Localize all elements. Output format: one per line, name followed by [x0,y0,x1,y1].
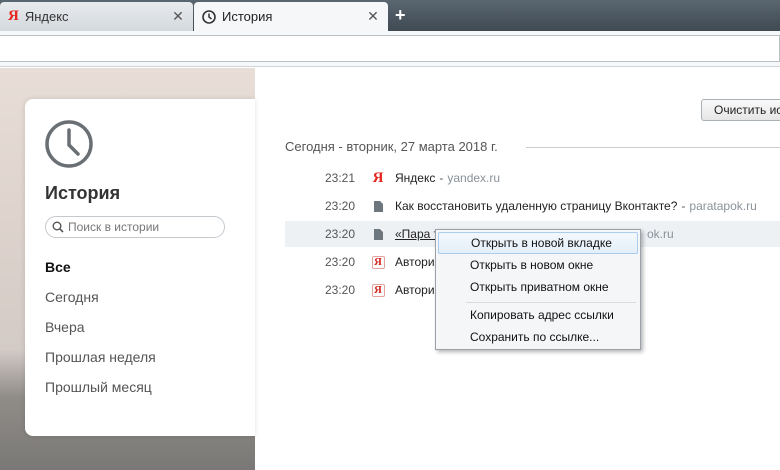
menu-separator [466,302,636,303]
row-time: 23:20 [324,227,355,241]
sidebar-item-all[interactable]: Все [45,259,71,275]
yandex-box-icon: Я [371,255,385,269]
sidebar-item-yesterday[interactable]: Вчера [45,319,85,335]
row-domain[interactable]: ok.ru [647,227,674,241]
tab-yandex[interactable]: Я Яндекс ✕ [0,2,193,31]
address-bar [0,31,780,67]
address-input[interactable] [0,35,780,62]
search-icon [52,221,64,233]
row-title[interactable]: Авториз [395,283,440,297]
tab-label: Яндекс [24,9,69,24]
menu-item-open-new-window[interactable]: Открыть в новом окне [438,254,638,276]
menu-item-copy-link[interactable]: Копировать адрес ссылки [438,304,638,326]
sidebar-notch [247,259,255,275]
row-domain[interactable]: paratapok.ru [689,199,756,213]
separator: - [439,171,444,185]
close-icon[interactable]: ✕ [366,8,380,25]
row-time: 23:20 [324,283,355,297]
tab-label: История [222,9,273,24]
search-box[interactable] [45,216,225,238]
separator: - [681,199,686,213]
menu-item-open-new-tab[interactable]: Открыть в новой вкладке [438,232,638,254]
section-header: Сегодня - вторник, 27 марта 2018 г. [285,139,498,154]
search-input[interactable] [68,220,218,234]
page-title: История [45,183,121,203]
history-clock-icon [45,120,93,168]
yandex-logo-icon: Я [372,169,384,186]
document-icon [373,228,383,240]
yandex-logo-icon: Я [8,8,19,24]
row-domain[interactable]: yandex.ru [447,171,500,185]
sidebar-item-last-week[interactable]: Прошлая неделя [45,349,156,365]
row-title[interactable]: Как восстановить удаленную страницу Вкон… [395,199,677,213]
sidebar-item-today[interactable]: Сегодня [45,289,99,305]
divider [526,147,780,148]
document-icon [373,200,383,212]
row-time: 23:20 [324,199,355,213]
row-time: 23:20 [324,255,355,269]
clock-icon [202,9,216,24]
sidebar-item-last-month[interactable]: Прошлый месяц [45,379,152,395]
row-title[interactable]: Яндекс [395,171,435,185]
context-menu: Открыть в новой вкладке Открыть в новом … [435,229,641,350]
tab-history[interactable]: История ✕ [194,2,388,31]
yandex-box-icon: Я [371,283,385,297]
close-icon[interactable]: ✕ [171,8,185,25]
clear-history-button[interactable]: Очистить ист [701,99,780,121]
history-row[interactable]: 23:21 Я Яндекс - yandex.ru [285,165,780,191]
new-tab-button[interactable]: + [395,6,406,24]
row-time: 23:21 [324,171,355,185]
row-title[interactable]: Авториз [395,255,440,269]
menu-item-save-link[interactable]: Сохранить по ссылке... [438,326,638,348]
menu-item-open-private-window[interactable]: Открыть приватном окне [438,276,638,298]
tab-strip: Я Яндекс ✕ История ✕ + [0,0,780,31]
history-row[interactable]: 23:20 Как восстановить удаленную страниц… [285,193,780,219]
